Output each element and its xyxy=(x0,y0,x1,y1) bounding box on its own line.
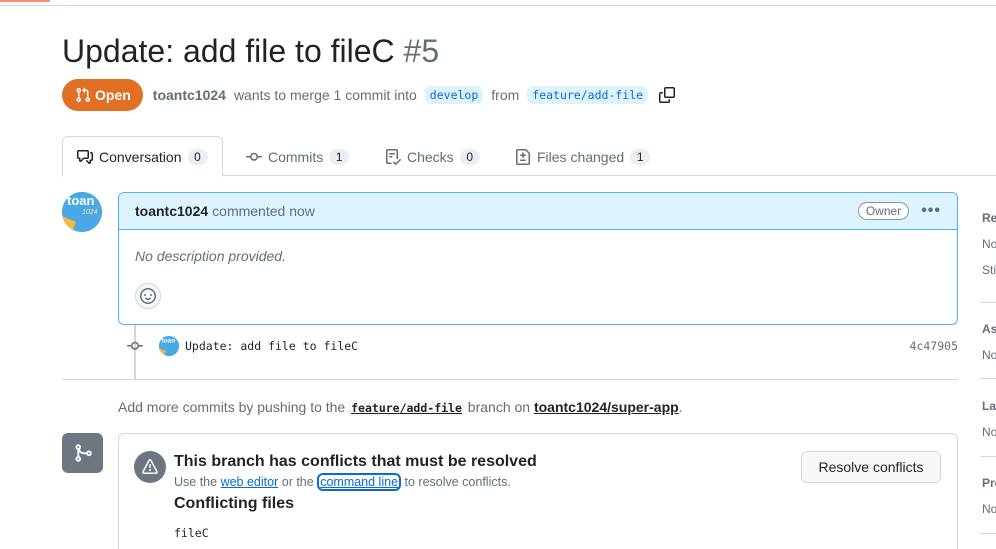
sidebar-heading-labels[interactable]: Lab xyxy=(982,399,996,413)
command-line-link[interactable]: command line xyxy=(317,473,402,491)
sidebar-value: No xyxy=(982,237,996,251)
sidebar-heading-projects[interactable]: Pro xyxy=(982,476,996,490)
comment-header: toantc1024 commented now Owner ••• xyxy=(119,193,957,230)
tab-checks[interactable]: Checks 0 xyxy=(385,136,480,177)
pr-author-link[interactable]: toantc1024 xyxy=(153,87,226,103)
commit-sha[interactable]: 4c47905 xyxy=(910,339,958,353)
conflict-help: Use the web editor or the command line t… xyxy=(174,473,511,491)
resolve-conflicts-button[interactable]: Resolve conflicts xyxy=(801,451,941,483)
sidebar-heading-assignees[interactable]: Ass xyxy=(982,322,996,336)
timeline-divider xyxy=(62,379,958,380)
pr-sidebar: Re No Sti Ass No Lab No Pro No xyxy=(980,200,996,549)
merge-description: wants to merge 1 commit into xyxy=(233,87,417,103)
head-branch[interactable]: feature/add-file xyxy=(527,86,649,104)
comment-author[interactable]: toantc1024 xyxy=(135,203,208,219)
sidebar-divider xyxy=(980,378,996,379)
owner-badge: Owner xyxy=(857,202,910,220)
smiley-icon[interactable] xyxy=(135,283,161,309)
avatar-image: toan 1024 xyxy=(62,192,102,232)
sidebar-value: Sti xyxy=(982,263,996,277)
page-title: Update: add file to fileC #5 xyxy=(62,33,439,70)
add-more-prefix: Add more commits by pushing to the xyxy=(118,399,346,415)
sidebar-divider xyxy=(980,456,996,457)
from-label: from xyxy=(491,87,520,103)
file-diff-icon xyxy=(516,148,530,165)
checklist-icon xyxy=(386,148,401,165)
pr-number: #5 xyxy=(403,33,440,69)
merge-conflict-box: This branch has conflicts that must be r… xyxy=(118,433,958,549)
sidebar-divider xyxy=(980,302,996,303)
add-more-branch[interactable]: feature/add-file xyxy=(349,400,464,416)
sidebar-value: No xyxy=(982,348,996,362)
tab-label: Conversation xyxy=(99,148,182,165)
comment-discussion-icon xyxy=(77,149,93,164)
add-more-suffix: . xyxy=(678,399,683,415)
help-text: or the xyxy=(281,475,314,489)
tab-label: Files changed xyxy=(537,148,625,165)
comment-timestamp[interactable]: commented now xyxy=(212,203,315,219)
add-more-middle: branch on xyxy=(467,399,531,415)
base-branch[interactable]: develop xyxy=(424,86,484,104)
sidebar-divider xyxy=(980,533,996,534)
sidebar-value: No xyxy=(982,425,996,439)
svg-text:1024: 1024 xyxy=(82,209,98,216)
commit-message[interactable]: Update: add file to fileC xyxy=(185,339,358,353)
tab-counter: 0 xyxy=(187,148,208,165)
web-editor-link[interactable]: web editor xyxy=(221,475,279,489)
copy-icon[interactable] xyxy=(658,86,676,104)
git-merge-icon xyxy=(62,433,103,473)
comment-box: toantc1024 commented now Owner ••• No de… xyxy=(118,192,958,325)
tab-counter: 1 xyxy=(329,148,350,165)
alert-icon xyxy=(134,451,166,483)
pr-meta: Open toantc1024 wants to merge 1 commit … xyxy=(62,79,676,111)
tab-counter: 1 xyxy=(630,148,651,165)
comment-body: No description provided. xyxy=(135,248,286,264)
svg-text:toan: toan xyxy=(67,193,95,208)
tab-commits[interactable]: Commits 1 xyxy=(246,136,350,177)
kebab-horizontal-icon[interactable]: ••• xyxy=(921,202,941,220)
pr-title: Update: add file to fileC xyxy=(62,33,395,69)
state-badge: Open xyxy=(62,79,143,111)
tab-label: Commits xyxy=(268,148,324,165)
state-label: Open xyxy=(95,87,131,103)
repo-link[interactable]: toantc1024/super-app xyxy=(534,399,679,415)
nav-active-indicator xyxy=(0,0,50,2)
help-text: Use the xyxy=(174,475,218,489)
tab-counter: 0 xyxy=(459,148,480,165)
conflicting-files-heading: Conflicting files xyxy=(174,495,294,512)
git-commit-icon xyxy=(127,341,143,350)
conflicting-file: fileC xyxy=(174,526,209,540)
sidebar-value: No xyxy=(982,502,996,516)
conflict-title: This branch has conflicts that must be r… xyxy=(174,453,537,470)
svg-text:toan: toan xyxy=(162,338,176,345)
git-commit-icon xyxy=(246,152,262,161)
header-border xyxy=(0,0,996,6)
git-pull-request-icon xyxy=(76,87,91,103)
sidebar-heading-reviewers[interactable]: Re xyxy=(982,211,996,225)
help-text: to resolve conflicts. xyxy=(404,475,511,489)
commit-row: toan Update: add file to fileC 4c47905 xyxy=(126,336,958,356)
tab-conversation[interactable]: Conversation 0 xyxy=(62,136,223,177)
pr-tabs: Conversation 0 Commits 1 Checks 0 Files … xyxy=(62,136,996,177)
avatar[interactable]: toan 1024 xyxy=(62,192,102,232)
tab-label: Checks xyxy=(407,148,454,165)
add-more-commits: Add more commits by pushing to the featu… xyxy=(118,399,683,416)
tab-files-changed[interactable]: Files changed 1 xyxy=(515,136,651,177)
commit-avatar[interactable]: toan xyxy=(159,336,179,356)
